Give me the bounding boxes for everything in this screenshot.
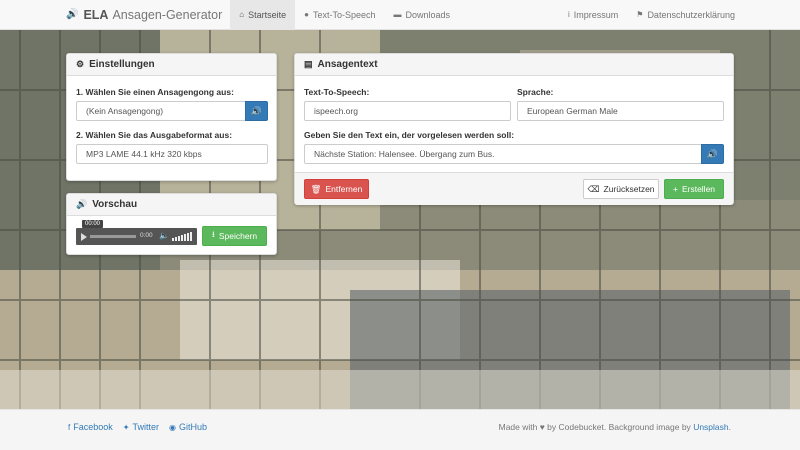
- heart-icon: ♥: [539, 422, 545, 432]
- language-select[interactable]: European German Male: [517, 101, 724, 121]
- time-tooltip: 00:00: [82, 220, 104, 228]
- twitter-link[interactable]: ✦ Twitter: [123, 422, 159, 432]
- by-text: by Codebucket. Background image by: [547, 422, 691, 432]
- reset-label: Zurücksetzen: [603, 184, 655, 194]
- plus-icon: +: [672, 184, 678, 194]
- preview-header: 🔊 Vorschau: [67, 194, 276, 216]
- nav-impressum[interactable]: i Impressum: [559, 0, 627, 30]
- brand-bold: ELA: [83, 7, 109, 22]
- facebook-icon: f: [68, 423, 71, 432]
- settings-title: Einstellungen: [89, 59, 155, 70]
- nav-datenschutz[interactable]: ⚑ Datenschutzerklärung: [627, 0, 744, 30]
- volume-icon[interactable]: 🔈: [159, 231, 169, 240]
- announcement-panel: ▤ Ansagentext Text-To-Speech: ispeech.or…: [294, 53, 734, 205]
- unsplash-link[interactable]: Unsplash: [693, 422, 728, 432]
- gong-play-button[interactable]: 🔊: [245, 101, 268, 121]
- remove-button[interactable]: 🗑 Entfernen: [304, 179, 369, 199]
- nav-label: Startseite: [248, 9, 287, 20]
- credit-text: Made with ♥ by Codebucket. Background im…: [499, 422, 731, 432]
- preview-title: Vorschau: [92, 199, 138, 210]
- document-icon: ▤: [304, 59, 313, 69]
- twitter-label: Twitter: [132, 422, 159, 432]
- speaker-icon: 🔊: [706, 148, 719, 159]
- format-select[interactable]: MP3 LAME 44.1 kHz 320 kbps: [76, 144, 268, 164]
- gear-icon: ⚙: [76, 59, 85, 69]
- save-button[interactable]: ⭳ Speichern: [202, 226, 267, 246]
- nav-text-to-speech[interactable]: ● Text-To-Speech: [295, 0, 384, 30]
- time-display: 0:00: [140, 232, 153, 239]
- social-links: f Facebook ✦ Twitter ◉ GitHub: [68, 422, 207, 432]
- github-label: GitHub: [178, 422, 207, 432]
- create-button[interactable]: + Erstellen: [664, 179, 724, 199]
- tts-select[interactable]: ispeech.org: [304, 101, 511, 121]
- home-icon: ⌂: [239, 10, 245, 19]
- remove-label: Entfernen: [325, 184, 363, 194]
- gong-label: 1. Wählen Sie einen Ansagengong aus:: [76, 87, 234, 97]
- footer: f Facebook ✦ Twitter ◉ GitHub Made with ♥ b…: [0, 409, 800, 450]
- format-label: 2. Wählen Sie das Ausgabeformat aus:: [76, 130, 233, 140]
- text-label: Geben Sie den Text ein, der vorgelesen w…: [304, 130, 515, 140]
- navbar: 🔊 ELA Ansagen-Generator ⌂ Startseite ● T…: [0, 0, 800, 30]
- comment-icon: ●: [304, 10, 309, 19]
- facebook-label: Facebook: [73, 422, 113, 432]
- reset-button[interactable]: ⌫ Zurücksetzen: [583, 179, 659, 199]
- announcement-header: ▤ Ansagentext: [295, 54, 733, 76]
- nav-downloads[interactable]: ▬ Downloads: [385, 0, 460, 30]
- announcement-text-input[interactable]: Nächste Station: Halensee. Übergang zum …: [304, 144, 702, 164]
- period-text: .: [728, 422, 731, 432]
- speaker-icon: 🔊: [76, 199, 88, 209]
- speaker-icon: 🔊: [66, 9, 79, 20]
- settings-header: ⚙ Einstellungen: [67, 54, 276, 76]
- settings-panel: ⚙ Einstellungen 1. Wählen Sie einen Ansa…: [66, 53, 277, 181]
- flag-icon: ⚑: [636, 10, 644, 19]
- twitter-icon: ✦: [122, 423, 130, 432]
- nav-label: Datenschutzerklärung: [647, 9, 735, 20]
- volume-slider[interactable]: [172, 232, 192, 241]
- announcement-title: Ansagentext: [317, 59, 378, 70]
- seek-bar[interactable]: [90, 235, 136, 238]
- trash-icon: 🗑: [310, 183, 322, 194]
- create-label: Erstellen: [681, 184, 716, 194]
- info-icon: i: [567, 10, 570, 19]
- preview-panel: 🔊 Vorschau 00:00 0:00 🔈 ⭳ Speichern: [66, 193, 277, 255]
- language-label: Sprache:: [517, 87, 554, 97]
- made-with-text: Made with: [498, 422, 538, 432]
- brand-name: Ansagen-Generator: [112, 7, 223, 22]
- speaker-icon: 🔊: [250, 105, 263, 116]
- nav-startseite[interactable]: ⌂ Startseite: [230, 0, 296, 30]
- audio-player[interactable]: 00:00 0:00 🔈: [76, 220, 197, 245]
- gong-select[interactable]: (Kein Ansagengong): [76, 101, 246, 121]
- text-play-button[interactable]: 🔊: [701, 144, 724, 164]
- nav-label: Downloads: [405, 9, 451, 20]
- brand[interactable]: 🔊 ELA Ansagen-Generator: [66, 8, 222, 22]
- github-link[interactable]: ◉ GitHub: [169, 422, 207, 432]
- download-icon: ⭳: [211, 229, 215, 239]
- eraser-icon: ⌫: [587, 183, 600, 194]
- save-label: Speichern: [218, 231, 258, 241]
- tts-label: Text-To-Speech:: [304, 87, 370, 97]
- nav-label: Text-To-Speech: [312, 9, 376, 20]
- play-icon[interactable]: [81, 232, 87, 241]
- github-icon: ◉: [168, 423, 176, 432]
- facebook-link[interactable]: f Facebook: [68, 422, 113, 432]
- folder-icon: ▬: [393, 10, 402, 19]
- nav-label: Impressum: [573, 9, 619, 20]
